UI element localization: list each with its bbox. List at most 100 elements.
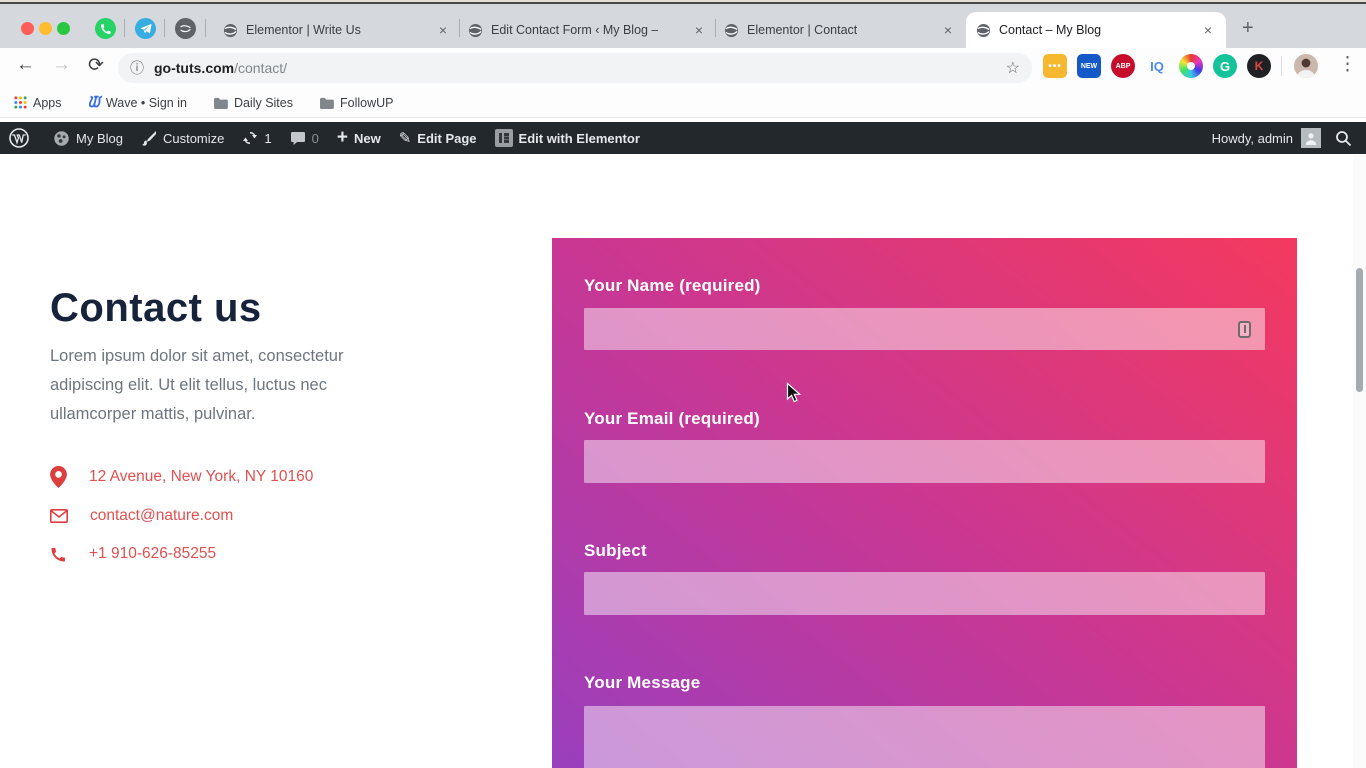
scrollbar-thumb[interactable] (1356, 268, 1363, 392)
person-icon (1305, 133, 1317, 145)
minimize-window-button[interactable] (39, 22, 52, 35)
tab-edit-contact-form[interactable]: Edit Contact Form ‹ My Blog – × (460, 12, 715, 48)
name-input[interactable] (584, 308, 1265, 350)
admin-bar-label: Edit with Elementor (518, 130, 640, 146)
toolbar-separator (1281, 56, 1282, 76)
field-label-message: Your Message (584, 673, 701, 692)
bookmark-folder-daily-sites[interactable]: Daily Sites (213, 96, 293, 110)
globe-icon (976, 23, 991, 37)
wp-logo-menu[interactable] (0, 122, 44, 154)
browser-menu-button[interactable]: ⋮ (1338, 53, 1357, 76)
extension-grammarly[interactable]: G (1213, 54, 1237, 78)
forward-button[interactable]: → (52, 54, 71, 76)
contact-email[interactable]: contact@nature.com (50, 507, 233, 525)
admin-bar-edit-with-elementor[interactable]: Edit with Elementor (486, 122, 649, 154)
admin-bar-comments[interactable]: 0 (281, 122, 328, 154)
globe-icon (724, 23, 739, 37)
comments-icon (290, 131, 305, 145)
extension-dots[interactable]: ••• (1043, 54, 1067, 78)
message-textarea[interactable] (584, 706, 1265, 768)
tab-close-button[interactable]: × (435, 22, 451, 38)
pinned-tab-globe[interactable] (175, 18, 196, 39)
elementor-icon (494, 129, 513, 147)
tab-separator (205, 19, 206, 37)
contact-form: Your Name (required) Your Email (require… (552, 238, 1297, 768)
profile-avatar[interactable] (1294, 54, 1318, 78)
email-input[interactable] (584, 440, 1265, 483)
globe-icon (468, 23, 483, 37)
admin-bar-label: Edit Page (417, 130, 477, 146)
whatsapp-icon (100, 23, 111, 34)
update-count: 1 (264, 130, 272, 146)
envelope-icon (50, 509, 68, 523)
bookmark-label: Wave • Sign in (105, 95, 187, 110)
admin-avatar[interactable] (1301, 128, 1321, 148)
scrollbar-track[interactable] (1353, 155, 1366, 768)
howdy-admin[interactable]: Howdy, admin (1212, 131, 1293, 146)
url-path: /contact/ (234, 60, 288, 76)
extension-iq[interactable]: IQ (1145, 54, 1169, 78)
admin-bar-label: Customize (162, 130, 225, 146)
pinned-tab-telegram[interactable] (135, 18, 156, 39)
contact-phone[interactable]: +1 910-626-85255 (50, 545, 216, 563)
tab-elementor-write-us[interactable]: Elementor | Write Us × (215, 12, 459, 48)
pencil-icon: ✎ (398, 130, 412, 147)
admin-bar-new[interactable]: + New (328, 122, 390, 154)
field-label-subject: Subject (584, 541, 647, 560)
comment-count: 0 (311, 130, 319, 146)
wordpress-icon (9, 128, 29, 148)
field-label-name: Your Name (required) (584, 276, 761, 295)
tab-title: Elementor | Write Us (246, 23, 361, 37)
tab-title: Contact – My Blog (999, 23, 1102, 37)
mouse-cursor (786, 382, 802, 403)
tab-close-button[interactable]: × (1200, 22, 1216, 38)
site-icon (54, 130, 69, 146)
tab-close-button[interactable]: × (691, 22, 707, 38)
bookmark-label: Daily Sites (233, 95, 293, 110)
tab-separator (124, 19, 125, 37)
folder-icon (213, 97, 228, 109)
admin-bar-my-blog[interactable]: My Blog (44, 122, 132, 154)
page-title: Contact us (50, 286, 262, 330)
bookmark-star-icon[interactable]: ☆ (1006, 58, 1020, 78)
bookmark-apps[interactable]: Apps (14, 96, 62, 110)
back-button[interactable]: ← (16, 54, 35, 76)
close-window-button[interactable] (21, 22, 34, 35)
reload-button[interactable]: ⟳ (88, 54, 104, 77)
tab-title: Elementor | Contact (747, 23, 858, 37)
bookmark-wave-sign-in[interactable]: ᙡ Wave • Sign in (88, 94, 187, 111)
contact-phone-text: +1 910-626-85255 (89, 545, 217, 562)
updates-icon (243, 132, 258, 144)
plus-icon: + (336, 127, 348, 148)
extension-k[interactable]: K (1247, 54, 1271, 78)
intro-paragraph: Lorem ipsum dolor sit amet, consectetur … (50, 347, 344, 423)
tab-elementor-contact[interactable]: Elementor | Contact × (716, 12, 964, 48)
brush-icon (141, 131, 156, 146)
colorwheel-center (1187, 62, 1195, 70)
page-info-icon[interactable]: ⓘ (130, 58, 144, 78)
tab-contact-my-blog-active[interactable]: Contact – My Blog × (966, 12, 1226, 48)
search-icon[interactable] (1335, 130, 1352, 147)
admin-bar-customize[interactable]: Customize (132, 122, 233, 154)
tab-title: Edit Contact Form ‹ My Blog – (491, 23, 659, 37)
tab-close-button[interactable]: × (940, 22, 956, 38)
contact-address[interactable]: 12 Avenue, New York, NY 10160 (50, 466, 313, 488)
wave-icon: ᙡ (87, 94, 100, 111)
admin-bar-updates[interactable]: 1 (233, 122, 280, 154)
address-bar[interactable]: ⓘ go-tuts.com/contact/ ☆ (118, 53, 1032, 83)
subject-input[interactable] (584, 572, 1265, 615)
extension-new[interactable]: NEW (1077, 54, 1101, 78)
location-pin-icon (50, 466, 67, 488)
extension-abp[interactable]: ABP (1111, 54, 1135, 78)
folder-icon (320, 97, 334, 109)
new-tab-button[interactable]: + (1242, 18, 1254, 38)
zoom-window-button[interactable] (57, 22, 70, 35)
bookmark-label: FollowUP (339, 95, 394, 110)
globe-icon (223, 23, 238, 37)
pinned-tab-whatsapp[interactable] (95, 18, 116, 39)
url-text: go-tuts.com/contact/ (154, 60, 287, 76)
extension-colorwheel[interactable] (1179, 54, 1203, 78)
bookmark-folder-followup[interactable]: FollowUP (319, 95, 394, 110)
autofill-icon[interactable] (1238, 321, 1251, 338)
admin-bar-edit-page[interactable]: ✎ Edit Page (390, 122, 486, 154)
